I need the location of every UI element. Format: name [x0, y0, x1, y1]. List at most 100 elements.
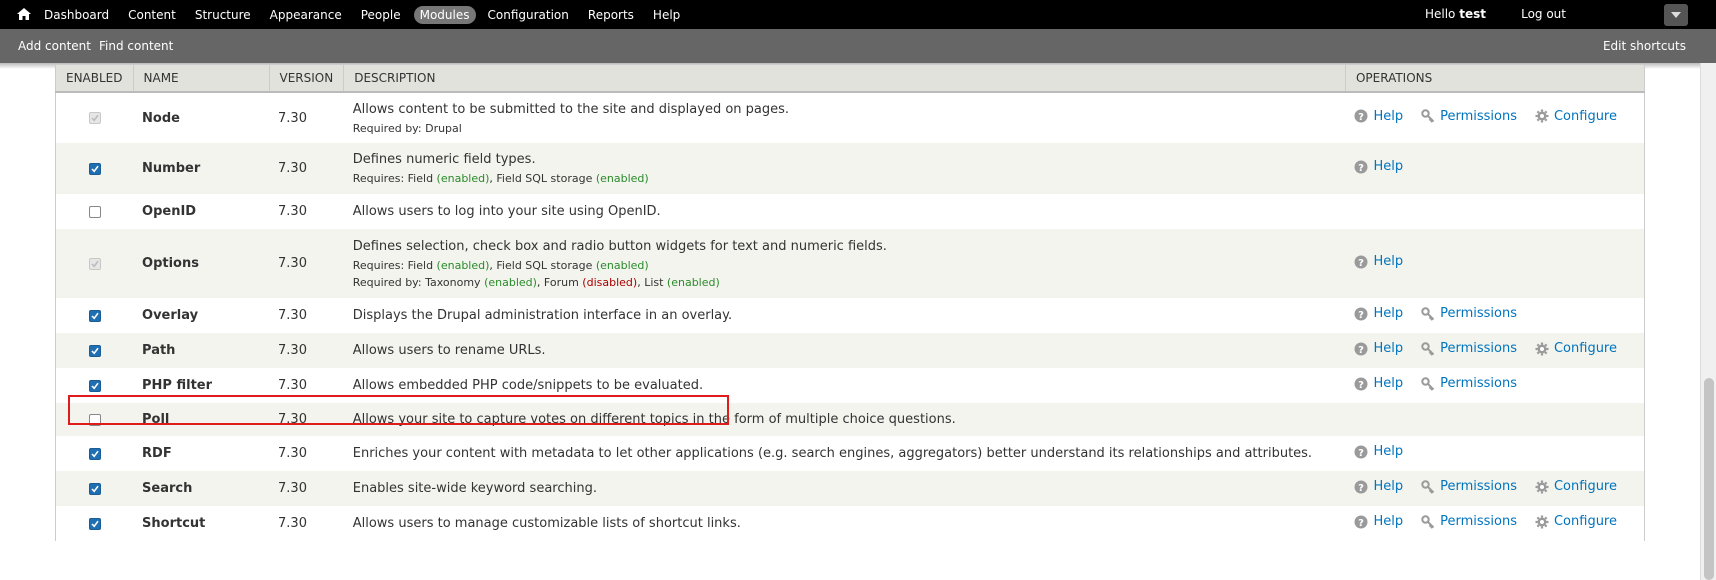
check-icon: [90, 485, 99, 493]
checkbox-options: [88, 257, 101, 270]
permissions-link-node[interactable]: Permissions: [1421, 109, 1517, 124]
options-required-by-item: List: [644, 275, 664, 289]
checkbox-number[interactable]: [88, 162, 101, 175]
help-link-search[interactable]: ? Help: [1354, 479, 1403, 494]
module-description: Allows content to be submitted to the si…: [343, 92, 1346, 143]
description-text: Allows your site to capture votes on dif…: [352, 412, 956, 427]
module-operations: ? Help Permissions Configure: [1345, 471, 1645, 506]
enabled-cell: [55, 298, 134, 333]
configure-link-path[interactable]: Configure: [1535, 341, 1617, 356]
enabled-cell: [55, 368, 134, 403]
logout-link[interactable]: Log out: [1521, 7, 1566, 21]
enabled-cell: [55, 436, 134, 471]
permissions-label: Permissions: [1440, 108, 1517, 124]
edit-shortcuts-link[interactable]: Edit shortcuts: [1603, 39, 1686, 53]
required-by-label: Required by:: [352, 275, 422, 289]
check-icon: [90, 347, 99, 355]
module-name: Path: [133, 333, 270, 368]
module-operations: [1345, 194, 1645, 229]
configure-link-shortcut[interactable]: Configure: [1535, 514, 1617, 529]
help-link-options[interactable]: ? Help: [1354, 254, 1403, 269]
permissions-link-overlay[interactable]: Permissions: [1421, 306, 1517, 321]
help-link-node[interactable]: ? Help: [1354, 109, 1403, 124]
toolbar-menu-reports[interactable]: Reports: [588, 8, 634, 22]
module-operations: ? Help: [1345, 229, 1645, 298]
toolbar-menu-dashboard[interactable]: Dashboard: [44, 8, 109, 22]
module-description: Allows users to log into your site using…: [343, 194, 1346, 229]
key-icon: [1421, 515, 1435, 529]
checkbox-path[interactable]: [88, 344, 101, 357]
home-icon[interactable]: [16, 6, 32, 22]
key-icon: [1421, 480, 1435, 494]
help-link-shortcut[interactable]: ? Help: [1354, 514, 1403, 529]
help-link-number[interactable]: ? Help: [1354, 159, 1403, 174]
permissions-label: Permissions: [1440, 306, 1517, 322]
checkbox-openid[interactable]: [88, 205, 101, 218]
checkbox-overlay[interactable]: [88, 309, 101, 322]
toolbar-menu-structure[interactable]: Structure: [195, 8, 251, 22]
module-name: Node: [133, 92, 270, 143]
permissions-link-search[interactable]: Permissions: [1421, 479, 1517, 494]
help-icon: ?: [1354, 109, 1368, 123]
key-icon: [1421, 109, 1435, 123]
module-row-path: Path 7.30 Allows users to rename URLs.? Hel…: [55, 333, 1645, 368]
svg-text:?: ?: [1359, 518, 1365, 529]
node-required-by-item: Drupal: [425, 121, 462, 135]
help-link-php-filter[interactable]: ? Help: [1354, 376, 1403, 391]
toolbar-menu-people[interactable]: People: [361, 8, 401, 22]
checkbox-poll[interactable]: [88, 413, 101, 426]
description-text: Allows users to log into your site using…: [352, 204, 661, 219]
vertical-scrollbar[interactable]: [1700, 63, 1716, 580]
configure-link-node[interactable]: Configure: [1535, 109, 1617, 124]
checkbox-php-filter[interactable]: [88, 379, 101, 392]
header-operations: OPERATIONS: [1345, 65, 1645, 93]
checkbox-shortcut[interactable]: [88, 517, 101, 530]
help-label: Help: [1373, 514, 1404, 530]
help-link-overlay[interactable]: ? Help: [1354, 306, 1403, 321]
module-version: 7.30: [269, 194, 344, 229]
check-icon: [90, 260, 99, 268]
configure-link-search[interactable]: Configure: [1535, 479, 1617, 494]
admin-toolbar: Dashboard Content Structure Appearance Peopl…: [0, 0, 1716, 29]
svg-text:?: ?: [1359, 163, 1365, 174]
permissions-link-shortcut[interactable]: Permissions: [1421, 514, 1517, 529]
module-name: OpenID: [133, 194, 270, 229]
enabled-cell: [55, 403, 134, 436]
enabled-cell: [55, 229, 134, 298]
toolbar-menu-appearance[interactable]: Appearance: [270, 8, 342, 22]
header-version: VERSION: [269, 65, 345, 93]
help-icon: ?: [1354, 342, 1368, 356]
description-text: Allows users to rename URLs.: [352, 343, 546, 358]
username[interactable]: test: [1459, 7, 1486, 21]
description-text: Allows users to manage customizable list…: [352, 516, 741, 531]
checkbox-search[interactable]: [88, 482, 101, 495]
toolbar-menu-configuration[interactable]: Configuration: [488, 8, 569, 22]
help-icon: ?: [1354, 160, 1368, 174]
help-link-rdf[interactable]: ? Help: [1354, 444, 1403, 459]
toolbar-menu-modules[interactable]: Modules: [413, 5, 476, 24]
module-operations: ? Help: [1345, 143, 1645, 194]
scrollbar-thumb[interactable]: [1704, 378, 1714, 580]
requires-line: Requires: Field (enabled), Field SQL sto…: [352, 258, 649, 272]
configure-label: Configure: [1553, 108, 1617, 124]
requires-line: Requires: Field (enabled), Field SQL sto…: [352, 172, 649, 185]
header-description: DESCRIPTION: [343, 65, 1346, 93]
shortcut-add-content[interactable]: Add content: [18, 39, 91, 53]
enabled-cell: [55, 143, 134, 194]
module-row-options: Options 7.30 Defines selection, check box …: [55, 229, 1645, 298]
help-link-path[interactable]: ? Help: [1354, 341, 1403, 356]
toolbar-menu-help[interactable]: Help: [653, 8, 680, 22]
toolbar-drawer-toggle[interactable]: [1664, 4, 1688, 26]
gear-icon: [1535, 342, 1549, 356]
permissions-link-path[interactable]: Permissions: [1421, 341, 1517, 356]
shortcut-find-content[interactable]: Find content: [99, 39, 173, 53]
svg-text:?: ?: [1359, 112, 1365, 123]
permissions-link-php-filter[interactable]: Permissions: [1421, 376, 1517, 391]
gear-icon: [1535, 480, 1549, 494]
header-enabled: ENABLED: [55, 65, 134, 93]
checkbox-node: [88, 112, 101, 124]
svg-text:?: ?: [1359, 258, 1365, 269]
description-text: Defines numeric field types.: [352, 152, 536, 167]
checkbox-rdf[interactable]: [88, 447, 101, 460]
toolbar-menu-content[interactable]: Content: [128, 8, 176, 22]
